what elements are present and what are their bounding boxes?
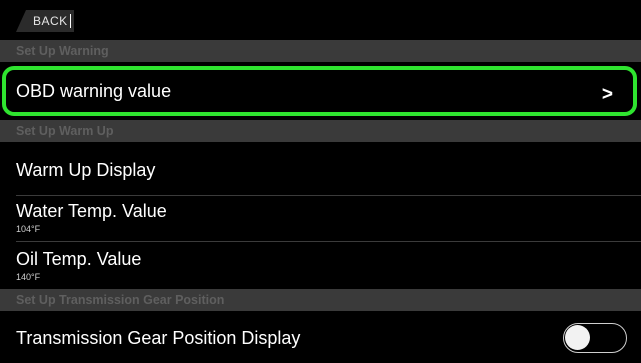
selection-highlight — [2, 66, 637, 116]
section-header-warm-up: Set Up Warm Up — [0, 120, 641, 142]
back-button-label: BACK — [33, 14, 68, 28]
section-header-transmission: Set Up Transmission Gear Position — [0, 289, 641, 311]
transmission-gear-position-display-row: Transmission Gear Position Display — [0, 311, 641, 363]
text-cursor-icon — [69, 14, 71, 28]
transmission-gear-position-display-label: Transmission Gear Position Display — [16, 328, 301, 348]
section-header-warning: Set Up Warning — [0, 40, 641, 62]
oil-temp-value: 140°F — [16, 272, 41, 282]
water-temp-value-row[interactable]: Water Temp. Value 104°F — [0, 196, 641, 241]
warm-up-display-row[interactable]: Warm Up Display — [0, 145, 641, 195]
oil-temp-value-row[interactable]: Oil Temp. Value 140°F — [0, 242, 641, 289]
water-temp-value: 104°F — [16, 224, 41, 234]
water-temp-value-label: Water Temp. Value — [16, 201, 167, 221]
transmission-gear-position-toggle[interactable] — [563, 323, 627, 353]
oil-temp-value-label: Oil Temp. Value — [16, 249, 142, 269]
back-button[interactable]: BACK — [16, 10, 74, 32]
top-bar: BACK — [0, 0, 641, 40]
toggle-knob — [565, 325, 590, 350]
warm-up-display-label: Warm Up Display — [16, 160, 156, 180]
